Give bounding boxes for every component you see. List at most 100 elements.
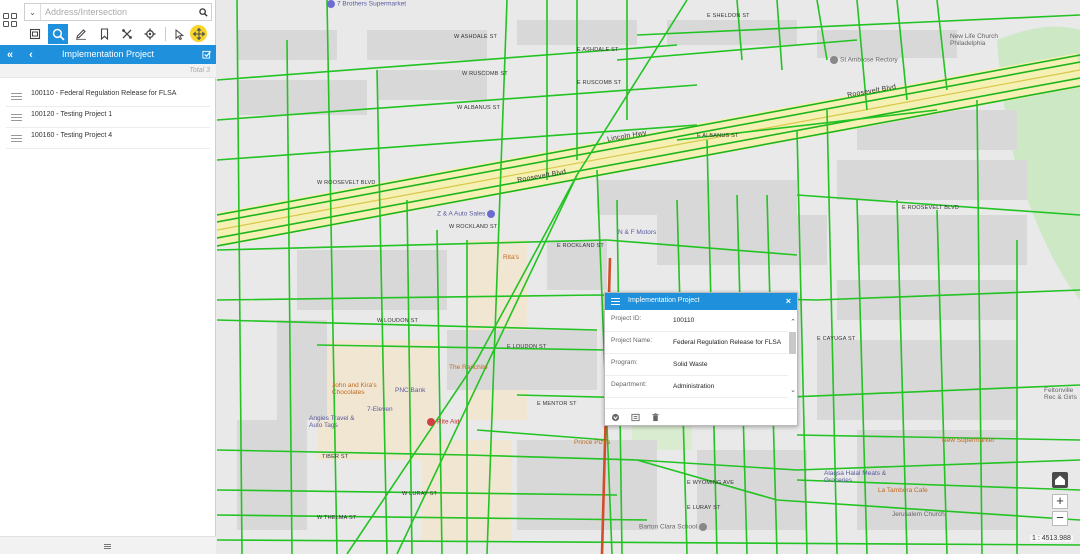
panel-header: « ‹ Implementation Project — [0, 45, 216, 64]
poi-restaurant[interactable]: The Ranchito — [449, 364, 488, 371]
map-base-layer — [217, 0, 1080, 554]
street-label: E CAYUGA ST — [817, 336, 856, 342]
app-grid-icon[interactable] — [3, 13, 19, 29]
poi-jerusalem-church[interactable]: Jerusalem Church — [892, 511, 945, 518]
field-value: Solid Waste — [673, 361, 708, 368]
field-label: Project Name: — [611, 337, 653, 344]
street-label: E ROOSEVELT BLVD — [902, 205, 959, 211]
popup-title: Implementation Project — [628, 297, 700, 304]
field-label: Project ID: — [611, 315, 642, 322]
poi-rectory[interactable]: St Ambrose Rectory — [830, 56, 898, 64]
street-label: W LURAY ST — [402, 491, 438, 497]
list-item[interactable]: 100120 - Testing Project 1 — [6, 107, 210, 128]
poi-7-eleven[interactable]: 7-Eleven — [367, 406, 393, 413]
pan-icon[interactable] — [190, 25, 207, 42]
popup-row: Department: Administration — [605, 376, 788, 398]
poi-school[interactable]: Barton Clara School — [639, 523, 709, 531]
settings-icon[interactable] — [140, 24, 160, 44]
project-label: 100120 - Testing Project 1 — [31, 111, 113, 118]
zoom-to-icon[interactable] — [611, 413, 620, 422]
popup-header: Implementation Project × — [605, 293, 797, 310]
street-label: E RUSCOMB ST — [577, 80, 622, 86]
poi-shop[interactable]: 7 Brothers Supermarket — [327, 0, 406, 8]
total-count: Total 3 — [189, 67, 210, 74]
close-icon[interactable]: × — [786, 296, 791, 306]
layers-icon[interactable] — [25, 24, 45, 44]
street-label: W ALBANUS ST — [457, 105, 501, 111]
menu-icon[interactable] — [611, 298, 620, 305]
poi-motors[interactable]: N & F Motors — [618, 229, 656, 236]
poi-chocolates[interactable]: John and Kira's Chocolates — [332, 382, 392, 396]
select-all-icon[interactable] — [199, 45, 213, 64]
field-value: 100110 — [673, 317, 695, 324]
list-item[interactable]: 100110 - Federal Regulation Release for … — [6, 86, 210, 107]
street-label: TIBER ST — [322, 454, 349, 460]
zoom-in-button[interactable]: + — [1052, 494, 1068, 509]
drag-handle-icon[interactable] — [11, 93, 22, 100]
street-label: W LOUDON ST — [377, 318, 419, 324]
field-label: Program: — [611, 359, 638, 366]
search-type-dropdown[interactable]: ⌄ — [25, 4, 41, 20]
popup-scrollbar[interactable]: ⌃ ⌄ — [788, 319, 797, 401]
street-label: W ROCKLAND ST — [449, 224, 498, 230]
map-view[interactable]: W ASHDALE ST E ASHDALE ST W RUSCOMB ST E… — [217, 0, 1080, 554]
project-list: 100110 - Federal Regulation Release for … — [0, 86, 216, 149]
popup-body: Project ID: 100110 Project Name: Federal… — [605, 310, 788, 403]
street-label: E SHELDON ST — [707, 13, 750, 19]
scroll-down-icon[interactable]: ⌄ — [789, 387, 797, 395]
search-icon[interactable] — [195, 4, 211, 20]
search-tool-icon[interactable] — [48, 24, 68, 44]
zoom-out-button[interactable]: − — [1052, 511, 1068, 526]
street-label: E WYOMING AVE — [687, 480, 735, 486]
tools-icon[interactable] — [117, 24, 137, 44]
toolbar — [24, 24, 214, 44]
street-label: W ROOSEVELT BLVD — [317, 180, 376, 186]
street-label: E ALBANUS ST — [697, 133, 739, 139]
street-label: W RUSCOMB ST — [462, 71, 508, 77]
drag-handle-icon[interactable] — [11, 135, 22, 142]
list-item[interactable]: 100160 - Testing Project 4 — [6, 128, 210, 149]
select-arrow-icon[interactable] — [169, 24, 189, 44]
street-label: E MENTOR ST — [537, 401, 577, 407]
street-label: E ASHDALE ST — [577, 47, 619, 53]
street-label: E ROCKLAND ST — [557, 243, 604, 249]
poi-cafe[interactable]: La Tambora Cafe — [878, 487, 928, 494]
popup-row: Project ID: 100110 — [605, 310, 788, 332]
left-panel: ⌄ « ‹ Imple — [0, 0, 216, 554]
search-bar: ⌄ — [24, 3, 212, 21]
project-label: 100110 - Federal Regulation Release for … — [31, 90, 177, 97]
search-input[interactable] — [41, 4, 195, 20]
street-label: E LURAY ST — [687, 505, 721, 511]
pencil-icon[interactable] — [71, 24, 91, 44]
popup-row: Project Name: Federal Regulation Release… — [605, 332, 788, 354]
poi-ritas[interactable]: Rita's — [503, 254, 519, 261]
poi-pizza[interactable]: Prince Pizza — [574, 439, 610, 446]
popup-row: Program: Solid Waste — [605, 354, 788, 376]
delete-icon[interactable] — [651, 413, 660, 422]
poi-supermarket[interactable]: New Supermarket — [942, 437, 994, 444]
poi-auto-sales[interactable]: Z & A Auto Sales — [437, 210, 497, 218]
popup-footer — [605, 408, 797, 425]
home-icon[interactable] — [1052, 472, 1068, 488]
poi-rite-aid[interactable]: Rite Aid — [427, 418, 459, 426]
details-icon[interactable] — [631, 413, 640, 422]
panel-title: Implementation Project — [61, 49, 155, 59]
poi-rec-center[interactable]: Feltonville Rec & Girls — [1044, 387, 1080, 401]
toolbar-divider — [165, 27, 166, 41]
field-label: Department: — [611, 381, 647, 388]
field-value: Administration — [673, 383, 715, 390]
poi-travel[interactable]: Angies Travel & Auto Tags — [309, 415, 364, 429]
scroll-up-icon[interactable]: ⌃ — [789, 319, 797, 327]
grip-icon — [104, 544, 111, 549]
poi-halal[interactable]: Alaqsa Halal Meats & Groceries — [824, 470, 899, 484]
panel-resize-handle[interactable] — [0, 536, 216, 554]
bookmark-icon[interactable] — [94, 24, 114, 44]
street-label: W ASHDALE ST — [454, 34, 498, 40]
poi-church[interactable]: New Life Church Philadelphia — [950, 33, 1010, 47]
scroll-thumb[interactable] — [789, 332, 796, 354]
project-label: 100160 - Testing Project 4 — [31, 132, 113, 139]
street-label: W THELMA ST — [317, 515, 357, 521]
map-scale: 1 : 4513.988 — [1030, 535, 1073, 542]
poi-bank[interactable]: PNC Bank — [395, 387, 425, 394]
drag-handle-icon[interactable] — [11, 114, 22, 121]
